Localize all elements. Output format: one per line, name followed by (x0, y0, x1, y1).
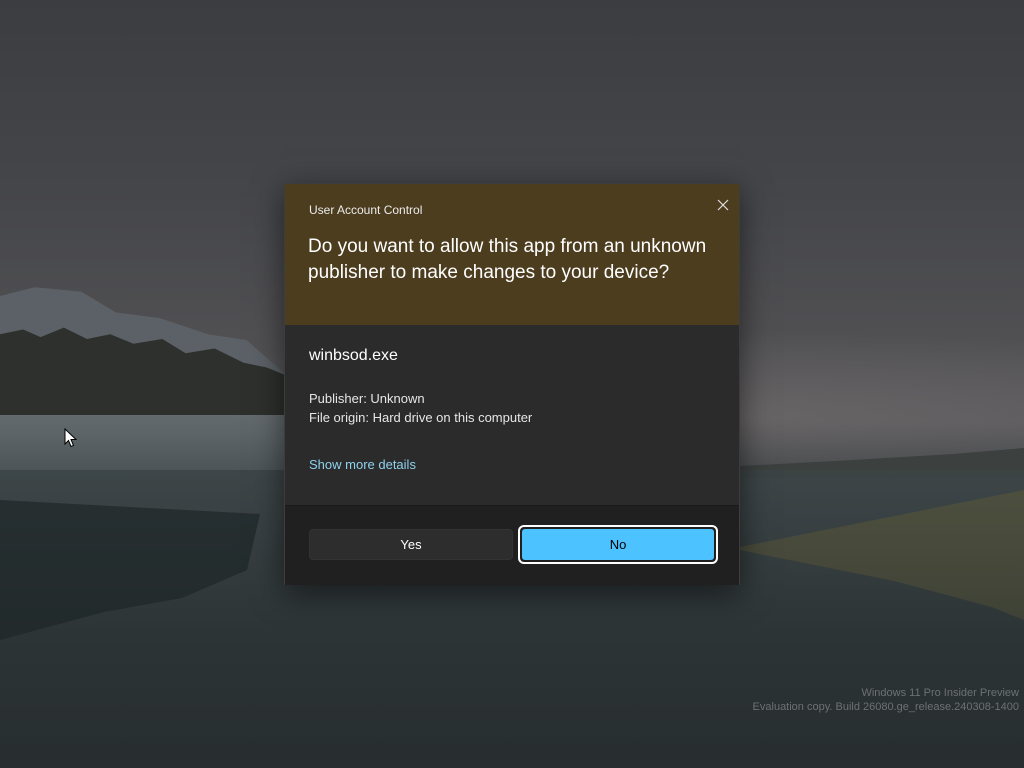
close-button[interactable] (711, 193, 735, 217)
no-button[interactable]: No (522, 529, 714, 560)
show-more-details-link[interactable]: Show more details (309, 457, 416, 472)
file-origin-info: File origin: Hard drive on this computer (309, 410, 533, 425)
watermark-edition: Windows 11 Pro Insider Preview (861, 687, 1019, 699)
permission-question: Do you want to allow this app from an un… (308, 236, 707, 283)
yes-button[interactable]: Yes (309, 529, 513, 560)
uac-dialog: User Account Control Do you want to allo… (284, 183, 740, 585)
windows-evaluation-watermark: Windows 11 Pro Insider Preview Evaluatio… (753, 686, 1019, 714)
uac-body: winbsod.exe Publisher: Unknown File orig… (285, 325, 739, 505)
close-icon (717, 199, 729, 211)
uac-header: User Account Control Do you want to allo… (285, 184, 739, 325)
app-name: winbsod.exe (309, 347, 398, 364)
mouse-pointer-icon (64, 428, 78, 448)
uac-button-bar: Yes No (285, 505, 739, 585)
watermark-build: Evaluation copy. Build 26080.ge_release.… (752, 701, 1019, 713)
publisher-info: Publisher: Unknown (309, 391, 425, 406)
dialog-title: User Account Control (309, 203, 423, 217)
